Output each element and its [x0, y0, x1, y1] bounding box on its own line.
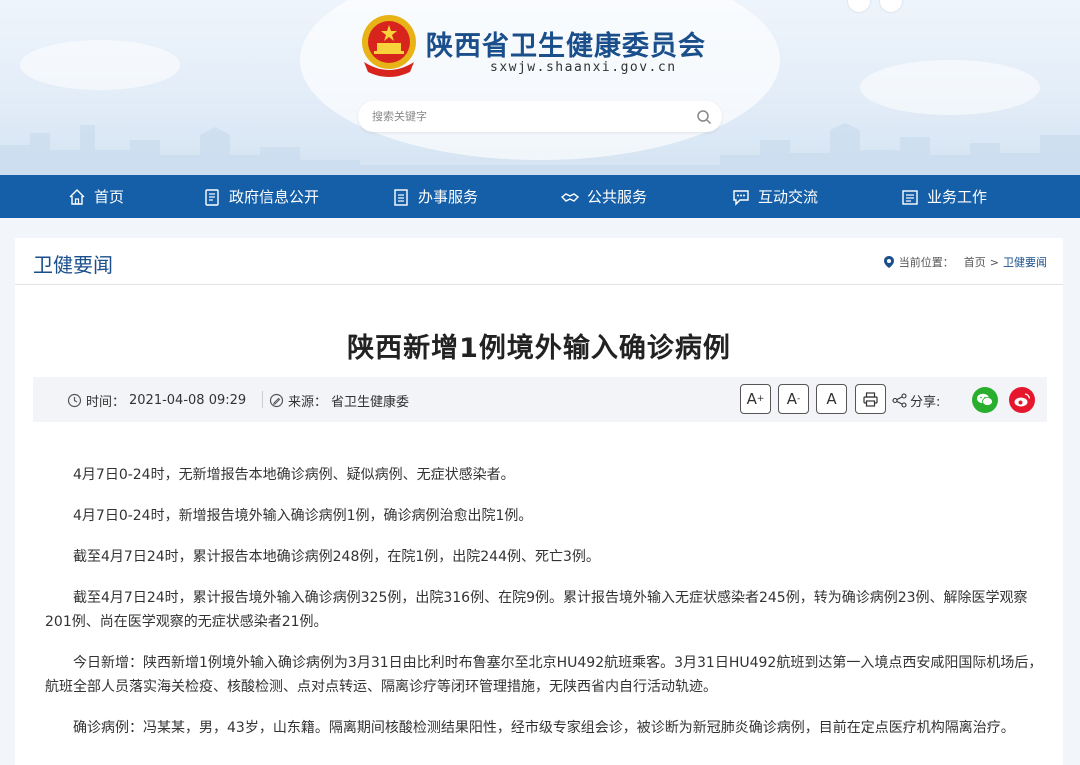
printer-icon — [863, 391, 878, 407]
print-button[interactable] — [855, 384, 886, 414]
time-value: 2021-04-08 09:29 — [129, 393, 247, 408]
breadcrumb-home-link[interactable]: 首页 — [964, 254, 986, 270]
section-title: 卫健要闻 — [33, 253, 113, 277]
nav-item-label: 办事服务 — [418, 188, 479, 206]
search-box — [358, 101, 722, 132]
nav-item-business[interactable]: 业务工作 — [900, 175, 987, 218]
article-paragraph: 4月7日0-24时，新增报告境外输入确诊病例1例，确诊病例治愈出院1例。 — [73, 508, 533, 524]
time-label: 时间： — [86, 395, 126, 410]
nav-item-gov-info[interactable]: 政府信息公开 — [202, 175, 319, 218]
breadcrumb: 当前位置： 首页 > 卫健要闻 — [883, 254, 1047, 270]
search-icon[interactable] — [696, 109, 712, 125]
nav-item-public-services[interactable]: 公共服务 — [560, 175, 647, 218]
breadcrumb-current-link[interactable]: 卫健要闻 — [1003, 254, 1047, 270]
share-label: 分享: — [892, 391, 940, 410]
nav-item-label: 业务工作 — [927, 188, 988, 206]
nav-item-label: 互动交流 — [758, 188, 819, 206]
article-paragraph: 截至4月7日24时，累计报告本地确诊病例248例，在院1例，出院244例、死亡3… — [73, 549, 600, 565]
nav-item-home[interactable]: 首页 — [67, 175, 124, 218]
share-weibo-button[interactable] — [1009, 387, 1035, 413]
clipboard-icon — [394, 188, 408, 206]
home-icon — [69, 188, 85, 205]
publish-time: 时间： 2021-04-08 09:29 — [67, 391, 246, 410]
share-wechat-button[interactable] — [972, 387, 998, 413]
wechat-icon — [977, 393, 993, 406]
pen-icon — [269, 393, 284, 408]
article-paragraph: 截至4月7日24时，累计报告境外输入确诊病例325例，出院316例、在院9例。累… — [45, 590, 1028, 630]
article-source: 来源： 省卫生健康委 — [269, 391, 409, 410]
meta-divider — [262, 391, 263, 408]
chat-bubble-icon — [733, 189, 749, 206]
font-size-decrease-button[interactable]: A- — [778, 384, 809, 414]
nav-item-label: 首页 — [94, 188, 125, 206]
nav-item-services[interactable]: 办事服务 — [391, 175, 478, 218]
content-panel: 卫健要闻 当前位置： 首页 > 卫健要闻 陕西新增1例境外输入确诊病例 时间： 2… — [15, 238, 1063, 765]
share-icon — [892, 393, 907, 408]
main-nav: 首页 政府信息公开 办事服务 公共服务 互动交流 业务工作 — [0, 175, 1080, 218]
article-body: 4月7日0-24时，无新增报告本地确诊病例、疑似病例、无症状感染者。 4月7日0… — [45, 463, 1045, 757]
site-url: sxwjw.shaanxi.gov.cn — [490, 60, 677, 75]
article-meta-bar: 时间： 2021-04-08 09:29 来源： 省卫生健康委 A + A- A 分享… — [33, 377, 1047, 422]
article-paragraph: 今日新增：陕西新增1例境外输入确诊病例为3月31日由比利时布鲁塞尔至北京HU49… — [45, 655, 1043, 695]
briefcase-icon — [902, 189, 918, 205]
breadcrumb-prefix: 当前位置： — [898, 256, 954, 269]
location-pin-icon — [883, 256, 894, 268]
weibo-icon — [1014, 393, 1031, 407]
search-input[interactable] — [372, 101, 672, 132]
nav-item-label: 公共服务 — [587, 188, 648, 206]
site-title: 陕西省卫生健康委员会 — [426, 31, 706, 62]
document-list-icon — [205, 188, 219, 206]
article-paragraph: 确诊病例：冯某某，男，43岁，山东籍。隔离期间核酸检测结果阳性，经市级专家组会诊… — [73, 720, 1015, 736]
nav-item-label: 政府信息公开 — [229, 188, 320, 206]
utility-button[interactable] — [848, 0, 870, 12]
source-value: 省卫生健康委 — [331, 395, 410, 410]
breadcrumb-separator: > — [989, 255, 999, 269]
font-size-default-button[interactable]: A — [816, 384, 847, 414]
top-utility-buttons — [848, 0, 902, 12]
article-title: 陕西新增1例境外输入确诊病例 — [347, 333, 731, 364]
source-label: 来源： — [288, 395, 328, 410]
utility-button[interactable] — [880, 0, 902, 12]
article-paragraph: 4月7日0-24时，无新增报告本地确诊病例、疑似病例、无症状感染者。 — [73, 467, 515, 483]
handshake-icon — [560, 192, 580, 202]
clock-icon — [67, 393, 82, 408]
section-header: 卫健要闻 当前位置： 首页 > 卫健要闻 — [15, 238, 1063, 285]
national-emblem-logo — [362, 15, 416, 77]
nav-item-interaction[interactable]: 互动交流 — [731, 175, 818, 218]
font-size-increase-button[interactable]: A + — [740, 384, 771, 414]
